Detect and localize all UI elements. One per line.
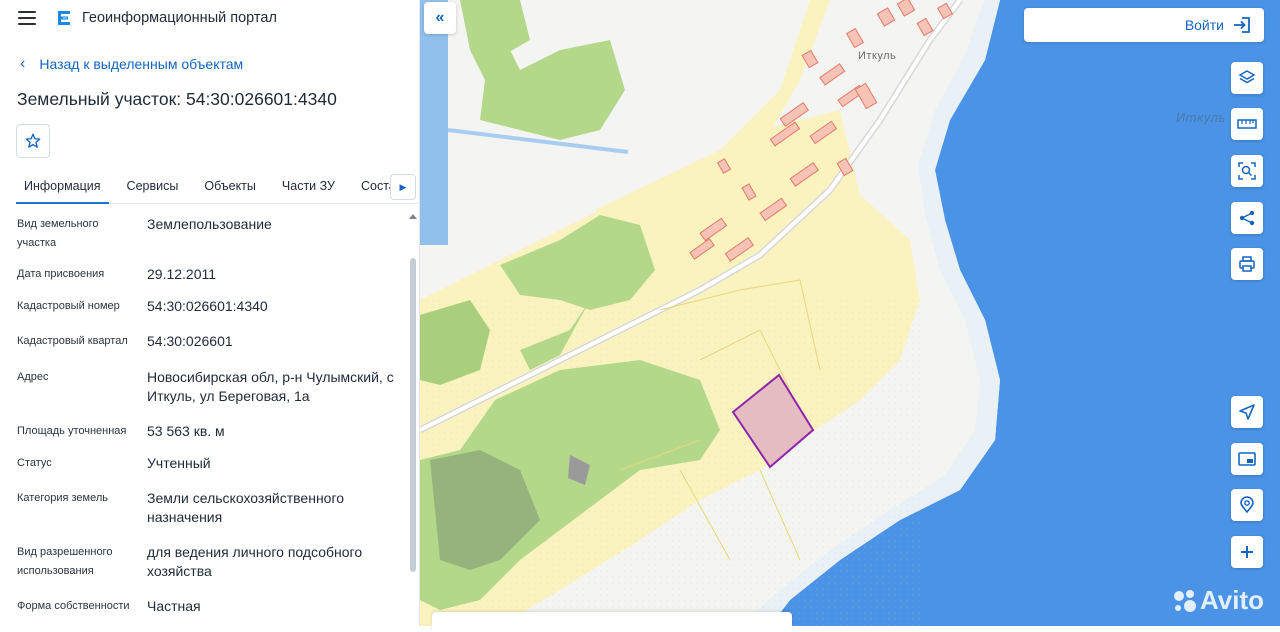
info-panel: Геоинформационный портал ‹ Назад к выдел… [0,0,420,626]
property-label: Статус [17,457,52,469]
property-value: 53 563 кв. м [147,423,225,439]
layers-icon [1238,70,1256,84]
app-title: Геоинформационный портал [82,10,277,26]
login-button[interactable]: Войти [1024,8,1264,42]
property-value: 54:30:026601:4340 [147,298,268,314]
search-area-icon [1238,162,1256,180]
chevron-right-icon: ▶ [399,181,407,192]
tabs-next-button[interactable]: ▶ [390,174,416,200]
star-icon [25,133,41,148]
area-search-button[interactable] [1231,155,1263,187]
tab-parts[interactable]: Части ЗУ [274,170,343,204]
measure-button[interactable] [1231,108,1263,140]
login-label: Войти [1184,17,1224,33]
property-value: 54:30:026601 [147,333,233,349]
property-label: Адрес [17,371,49,383]
property-value: Частная [147,598,201,614]
favorite-button[interactable] [16,124,50,158]
property-label: Категория земель [17,492,108,504]
avito-watermark: Avito [1172,585,1264,616]
scroll-up-arrow[interactable] [409,214,417,219]
left-water [420,0,448,245]
property-label: Площадь уточненная [17,425,127,437]
zoom-in-button[interactable] [1231,536,1263,568]
tab-information[interactable]: Информация [16,170,109,204]
property-value: Землепользование [147,216,272,232]
bottom-sheet[interactable] [432,612,792,632]
watermark-text: Avito [1200,585,1265,615]
lake-label: Иткуль [1176,110,1226,125]
ruler-icon [1237,119,1257,129]
property-label: Дата присвоения [17,268,105,280]
property-label: Кадастровый номер [17,300,120,312]
zoom-in-icon [1241,546,1253,558]
double-chevron-left-icon: « [435,9,445,26]
minimap-icon [1238,452,1256,466]
share-icon [1239,210,1255,226]
collapse-panel-button[interactable]: « [424,2,456,34]
print-button[interactable] [1231,248,1263,280]
property-value: Земли сельскохозяйственного назначения [147,490,345,525]
menu-icon[interactable] [18,11,36,25]
property-label: Кадастровый квартал [17,335,128,347]
page-title: Земельный участок: 54:30:026601:4340 [17,89,337,109]
print-icon [1239,256,1255,272]
back-link[interactable]: ‹ Назад к выделенным объектам [20,55,243,73]
tab-services[interactable]: Сервисы [119,170,187,204]
locate-button[interactable] [1231,396,1263,428]
pin-search-icon [1240,496,1254,514]
avito-logo-icon [1174,589,1196,612]
property-label: Форма собственности [17,600,130,612]
back-label: Назад к выделенным объектам [39,56,244,72]
login-icon [1234,17,1250,33]
portal-logo-icon [58,11,70,25]
minimap-button[interactable] [1231,443,1263,475]
tab-objects[interactable]: Объекты [196,170,264,204]
tab-bar: Информация Сервисы Объекты Части ЗУ Сост… [16,170,419,204]
panel-scrollbar[interactable] [410,258,416,572]
layers-button[interactable] [1231,62,1263,94]
property-label: Вид разрешенного использования [17,546,113,577]
pin-search-button[interactable] [1231,489,1263,521]
property-value: 29.12.2011 [147,266,217,282]
town-label: Иткуль [858,50,897,62]
app-header: Геоинформационный портал [0,0,419,36]
property-value: Учтенный [147,455,211,471]
share-button[interactable] [1231,202,1263,234]
locate-icon [1239,404,1255,420]
chevron-left-icon: ‹ [20,55,26,72]
property-value: для ведения личного подсобного хозяйства [147,544,363,579]
property-label: Вид земельного участка [17,218,99,249]
property-value: Новосибирская обл, р-н Чулымский, с Итку… [147,369,394,404]
